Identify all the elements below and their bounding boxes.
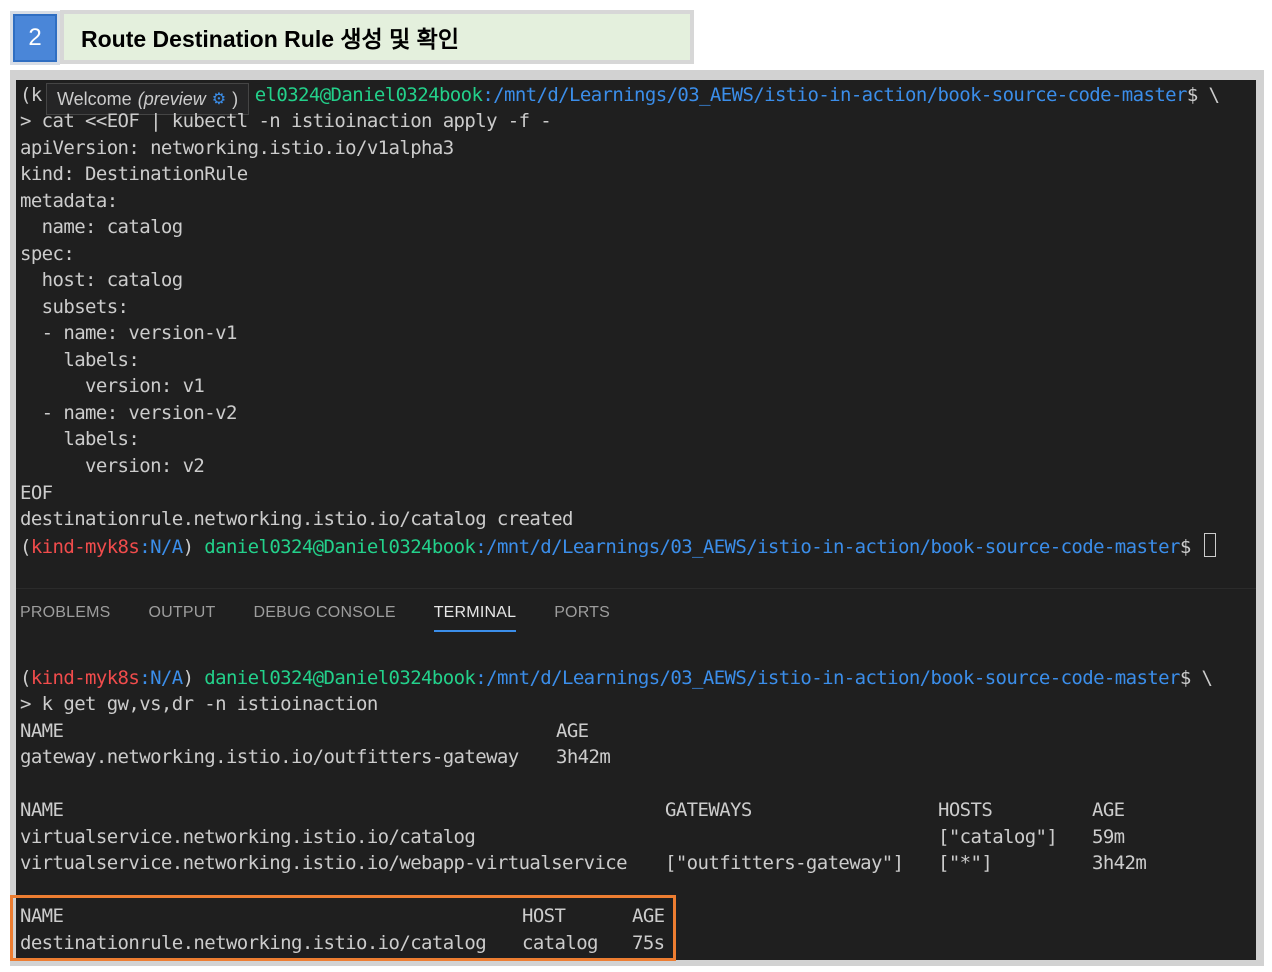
vs-row-name: virtualservice.networking.istio.io/webap…	[20, 852, 628, 874]
terminal-line: > cat <<EOF | kubectl -n istioinaction a…	[20, 110, 552, 132]
terminal-line: - name: version-v2	[20, 402, 238, 424]
terminal-line: apiVersion: networking.istio.io/v1alpha3	[20, 137, 454, 159]
panel-tabs: PROBLEMS OUTPUT DEBUG CONSOLE TERMINAL P…	[20, 602, 610, 632]
terminal-line: version: v2	[20, 455, 205, 477]
slide-heading: Route Destination Rule 생성 및 확인	[64, 14, 690, 60]
terminal-line: metadata:	[20, 190, 118, 212]
vs-row-gateways: ["outfitters-gateway"]	[665, 852, 904, 874]
tab-problems[interactable]: PROBLEMS	[20, 602, 111, 630]
gw-row-name: gateway.networking.istio.io/outfitters-g…	[20, 746, 519, 768]
tooltip-label: Welcome	[57, 88, 132, 109]
tab-output[interactable]: OUTPUT	[149, 602, 216, 630]
tab-terminal[interactable]: TERMINAL	[433, 602, 517, 632]
gw-row-age: 3h42m	[556, 746, 611, 768]
vs-header-gateways: GATEWAYS	[665, 799, 752, 821]
terminal-line: spec:	[20, 243, 75, 265]
tab-ports[interactable]: PORTS	[554, 602, 610, 630]
terminal-line: subsets:	[20, 296, 129, 318]
terminal-line: destinationrule.networking.istio.io/cata…	[20, 508, 573, 530]
vs-header-name: NAME	[20, 799, 64, 821]
gw-header-age: AGE	[556, 720, 589, 742]
vs-row-age: 59m	[1092, 826, 1125, 848]
vs-row-age: 3h42m	[1092, 852, 1147, 874]
vs-row-hosts: ["catalog"]	[938, 826, 1058, 848]
vs-row-hosts: ["*"]	[938, 852, 993, 874]
prompt-line: (kind-myk8s:N/A) daniel0324@Daniel0324bo…	[20, 667, 1213, 689]
vscode-terminal[interactable]: (k el0324@Daniel0324book:/mnt/d/Learnings…	[16, 80, 1256, 960]
vs-row-name: virtualservice.networking.istio.io/catal…	[20, 826, 476, 848]
vs-header-age: AGE	[1092, 799, 1125, 821]
tab-debug-console[interactable]: DEBUG CONSOLE	[254, 602, 396, 630]
tooltip-badge: (preview	[137, 88, 206, 109]
gear-icon[interactable]: ⚙	[212, 89, 226, 109]
terminal-line: kind: DestinationRule	[20, 163, 248, 185]
vs-header-hosts: HOSTS	[938, 799, 993, 821]
terminal-line: name: catalog	[20, 216, 184, 238]
terminal-line: labels:	[20, 349, 140, 371]
terminal-line: EOF	[20, 482, 53, 504]
terminal-line: labels:	[20, 428, 140, 450]
terminal-line: - name: version-v1	[20, 322, 238, 344]
step-number-badge: 2	[13, 14, 57, 62]
gw-header-name: NAME	[20, 720, 64, 742]
terminal-line: host: catalog	[20, 269, 184, 291]
prompt-line: (kind-myk8s:N/A) daniel0324@Daniel0324bo…	[20, 533, 1216, 560]
panel-divider	[16, 588, 1256, 589]
tooltip-end: )	[232, 88, 239, 109]
terminal-line: version: v1	[20, 375, 205, 397]
command-line: > k get gw,vs,dr -n istioinaction	[20, 693, 378, 715]
terminal-cursor	[1203, 533, 1216, 557]
destinationrule-highlight-box	[10, 895, 676, 961]
